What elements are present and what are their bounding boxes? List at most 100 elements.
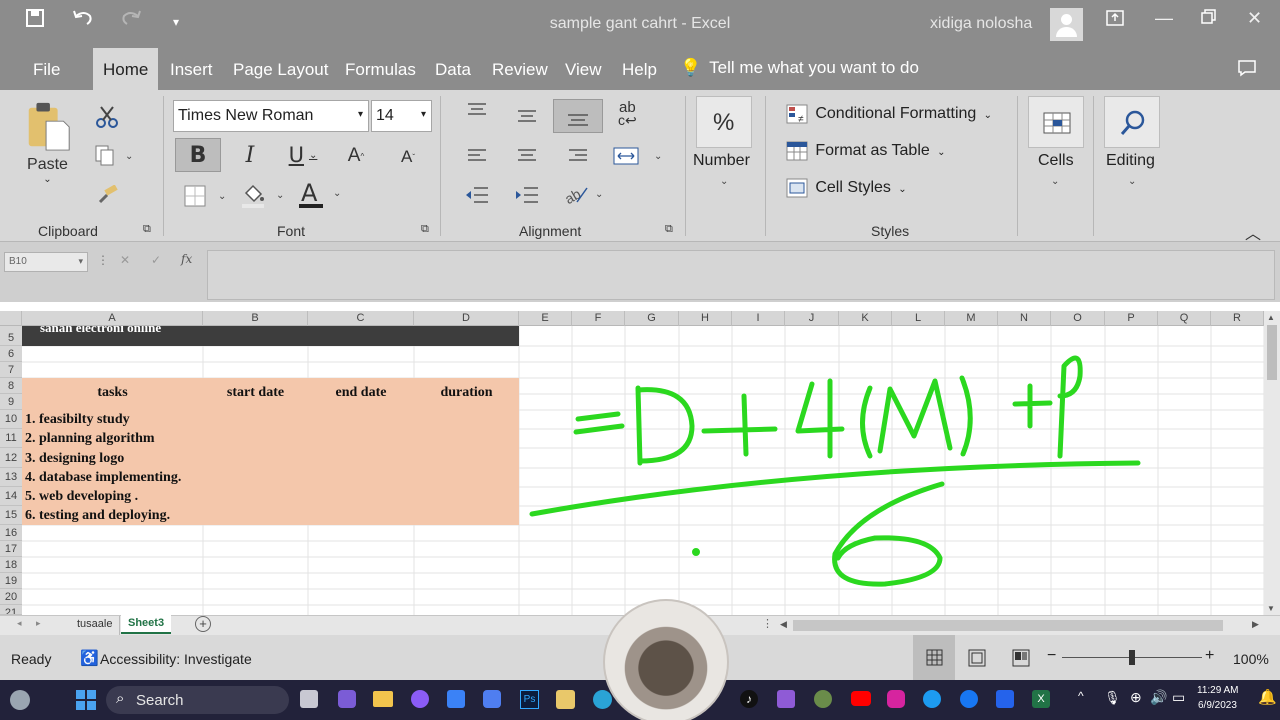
- column-header[interactable]: K: [839, 311, 892, 326]
- facebook-icon[interactable]: [960, 690, 978, 708]
- column-header[interactable]: H: [679, 311, 732, 326]
- page-break-view-icon[interactable]: [1012, 649, 1030, 667]
- prev-sheet-icon[interactable]: ◂: [17, 618, 22, 629]
- tab-page-layout[interactable]: Page Layout: [233, 60, 328, 80]
- edge-icon[interactable]: [593, 690, 612, 709]
- task-view-icon[interactable]: [300, 690, 318, 708]
- font-name-select[interactable]: Times New Roman ▾: [173, 100, 369, 132]
- decrease-font-icon[interactable]: Aˇ: [398, 144, 418, 170]
- align-top-icon[interactable]: [466, 102, 488, 118]
- conditional-formatting-button[interactable]: ≠ Conditional Formatting ⌄: [786, 104, 992, 126]
- minimize-icon[interactable]: —: [1155, 8, 1173, 29]
- ribbon-display-icon[interactable]: [1105, 8, 1125, 33]
- format-as-table-button[interactable]: Format as Table ⌄: [786, 141, 946, 163]
- scroll-left-icon[interactable]: ◀: [780, 619, 787, 630]
- number-format-button[interactable]: %: [696, 96, 752, 148]
- alignment-launcher-icon[interactable]: ⧉: [665, 223, 673, 236]
- column-header[interactable]: R: [1211, 311, 1264, 326]
- column-header[interactable]: P: [1105, 311, 1158, 326]
- cells-button[interactable]: [1028, 96, 1084, 148]
- close-icon[interactable]: ✕: [1247, 8, 1262, 29]
- tell-me-search[interactable]: 💡 Tell me what you want to do: [680, 58, 919, 78]
- align-middle-icon[interactable]: [516, 108, 538, 124]
- windows-start-icon[interactable]: [76, 690, 96, 710]
- user-name[interactable]: xidiga nolosha: [930, 15, 1032, 33]
- scroll-down-icon[interactable]: ▼: [1267, 604, 1275, 613]
- worksheet-grid[interactable]: 5 6 7 8 9 10 11 12 13 14 15 16 17 18 19 …: [0, 326, 1264, 615]
- format-painter-icon[interactable]: [95, 185, 119, 205]
- restore-icon[interactable]: [1200, 8, 1218, 31]
- editing-dropdown-icon[interactable]: ⌄: [1128, 176, 1136, 187]
- column-header[interactable]: B: [203, 311, 308, 326]
- font-size-select[interactable]: 14 ▾: [371, 100, 432, 132]
- decrease-indent-icon[interactable]: [464, 186, 490, 204]
- clock-date[interactable]: 6/9/2023: [1198, 700, 1237, 711]
- tab-insert[interactable]: Insert: [170, 60, 213, 80]
- comments-icon[interactable]: [1237, 58, 1257, 81]
- zoom-level[interactable]: 100%: [1233, 651, 1269, 667]
- enter-icon[interactable]: ✓: [151, 253, 161, 267]
- cancel-icon[interactable]: ✕: [120, 253, 130, 267]
- scroll-right-icon[interactable]: ▶: [1252, 619, 1259, 630]
- align-right-icon[interactable]: [567, 148, 589, 164]
- wrap-orientation-icon[interactable]: ab c↩: [618, 100, 637, 127]
- collapse-ribbon-icon[interactable]: ︿: [1245, 220, 1261, 244]
- column-header[interactable]: J: [785, 311, 839, 326]
- vertical-scrollbar[interactable]: ▲ ▼: [1264, 311, 1280, 617]
- game-app-icon[interactable]: [814, 690, 832, 708]
- increase-font-icon[interactable]: A ^: [346, 142, 366, 170]
- clipboard-launcher-icon[interactable]: ⧉: [143, 223, 151, 236]
- merge-center-icon[interactable]: ⌄: [613, 146, 665, 166]
- language-icon[interactable]: ⊕: [1130, 689, 1142, 706]
- sheet-tab-sheet3[interactable]: Sheet3: [121, 615, 172, 634]
- avatar[interactable]: [1050, 8, 1083, 41]
- cut-icon[interactable]: [95, 105, 119, 129]
- borders-icon[interactable]: ⌄: [184, 185, 234, 207]
- align-bottom-button[interactable]: [553, 99, 603, 133]
- store-icon[interactable]: [447, 690, 465, 708]
- number-dropdown-icon[interactable]: ⌄: [720, 176, 728, 187]
- column-header[interactable]: Q: [1158, 311, 1211, 326]
- next-sheet-icon[interactable]: ▸: [36, 618, 41, 629]
- underline-button[interactable]: U ⌄: [283, 140, 323, 170]
- sheet-tab-tusaale[interactable]: tusaale: [70, 616, 121, 635]
- file-explorer-icon[interactable]: [373, 691, 393, 707]
- column-header[interactable]: D: [414, 311, 519, 326]
- formula-bar-menu-icon[interactable]: ⋮: [97, 253, 109, 267]
- column-header[interactable]: E: [519, 311, 572, 326]
- accessibility-status[interactable]: Accessibility: Investigate: [100, 651, 252, 667]
- taskbar-search[interactable]: ⌕ Search: [106, 686, 289, 714]
- tab-review[interactable]: Review: [492, 60, 548, 80]
- column-header[interactable]: M: [945, 311, 998, 326]
- font-launcher-icon[interactable]: ⧉: [421, 223, 429, 236]
- name-box[interactable]: B10 ▾: [4, 252, 88, 272]
- page-layout-view-icon[interactable]: [968, 649, 986, 667]
- column-header[interactable]: N: [998, 311, 1051, 326]
- tab-home[interactable]: Home: [93, 48, 159, 90]
- bold-button[interactable]: B: [175, 138, 221, 172]
- paste-button[interactable]: Paste ⌄: [20, 100, 75, 185]
- teams-icon[interactable]: [338, 690, 356, 708]
- formula-input[interactable]: [207, 250, 1275, 300]
- normal-view-button[interactable]: [913, 635, 955, 680]
- zoom-app-icon[interactable]: [483, 690, 501, 708]
- visual-studio-icon[interactable]: [777, 690, 795, 708]
- center-icon[interactable]: [516, 148, 538, 164]
- weather-icon[interactable]: [10, 690, 30, 710]
- zoom-slider-thumb[interactable]: [1129, 650, 1135, 665]
- increase-indent-icon[interactable]: [514, 186, 540, 204]
- cell-styles-button[interactable]: Cell Styles ⌄: [786, 178, 907, 200]
- column-header[interactable]: I: [732, 311, 785, 326]
- column-header[interactable]: C: [308, 311, 414, 326]
- tab-formulas[interactable]: Formulas: [345, 60, 416, 80]
- column-header[interactable]: L: [892, 311, 945, 326]
- cells-dropdown-icon[interactable]: ⌄: [1051, 176, 1059, 187]
- horizontal-scroll-thumb[interactable]: [793, 620, 1223, 631]
- app-icon[interactable]: [411, 690, 429, 708]
- battery-icon[interactable]: ▭: [1172, 689, 1185, 706]
- scroll-thumb[interactable]: [1267, 325, 1277, 380]
- zoom-in-icon[interactable]: +: [1205, 647, 1214, 665]
- editor-icon[interactable]: [556, 690, 575, 709]
- twitter-icon[interactable]: [923, 690, 941, 708]
- microphone-icon[interactable]: 🎙: [1104, 690, 1121, 706]
